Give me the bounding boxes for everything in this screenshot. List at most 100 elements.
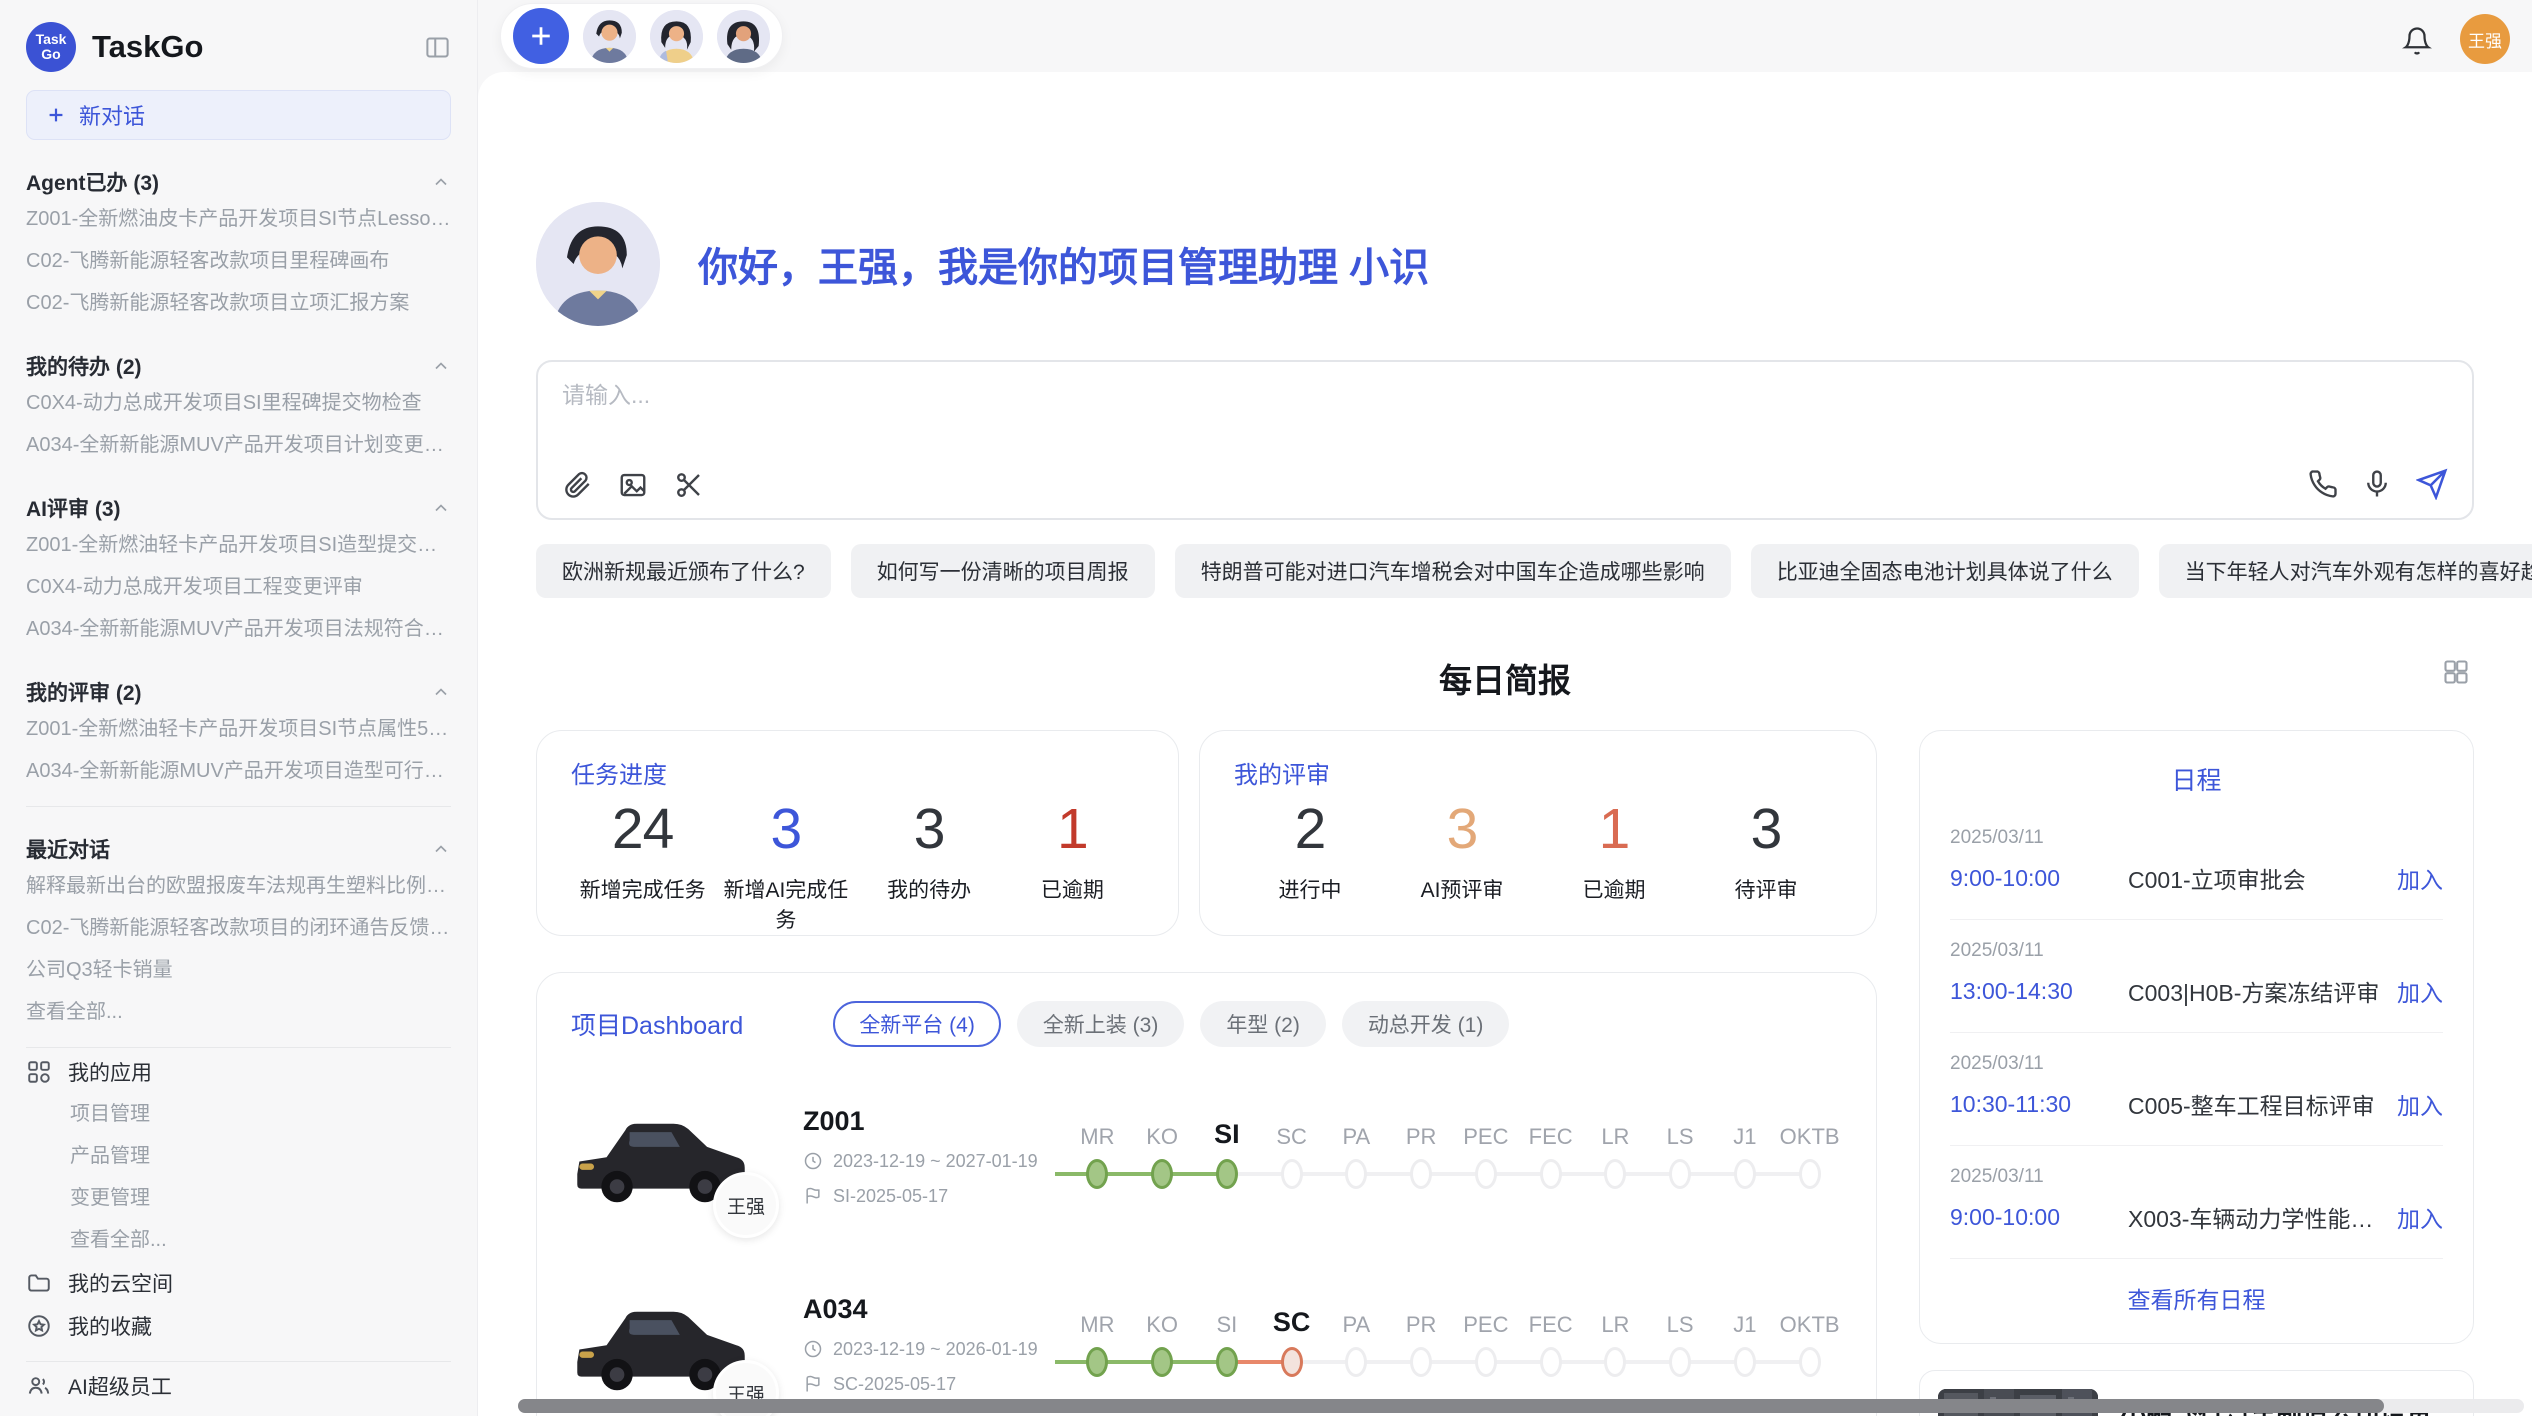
milestone[interactable]: PA	[1324, 1114, 1389, 1198]
milestone[interactable]: OKTB	[1777, 1302, 1842, 1386]
milestone[interactable]: FEC	[1518, 1114, 1583, 1198]
schedule-join-link[interactable]: 加入	[2397, 1087, 2443, 1121]
milestone[interactable]: MR	[1065, 1114, 1130, 1198]
schedule-time: 9:00-10:00	[1950, 1204, 2128, 1231]
clock-icon	[803, 1151, 823, 1171]
sidebar-item-favorites[interactable]: 我的收藏	[26, 1304, 451, 1347]
dashboard-tab[interactable]: 全新平台 (4)	[833, 1001, 1001, 1047]
recent-chat-item[interactable]: 公司Q3轻卡销量	[26, 949, 451, 991]
sidebar-item-cloud-space[interactable]: 我的云空间	[26, 1261, 451, 1304]
sidebar-task-item[interactable]: A034-全新新能源MUV产品开发项目法规符合性评审	[26, 608, 451, 650]
milestone[interactable]: PA	[1324, 1302, 1389, 1386]
milestone[interactable]: LS	[1648, 1302, 1713, 1386]
horizontal-scrollbar-track[interactable]	[518, 1399, 2524, 1413]
image-icon[interactable]	[618, 470, 648, 500]
milestone[interactable]: KO	[1130, 1302, 1195, 1386]
suggestion-chip[interactable]: 比亚迪全固态电池计划具体说了什么	[1751, 544, 2139, 598]
milestone[interactable]: PEC	[1454, 1114, 1519, 1198]
milestone[interactable]: PEC	[1454, 1302, 1519, 1386]
sidebar-task-item[interactable]: A034-全新新能源MUV产品开发项目造型可行性评审	[26, 750, 451, 792]
view-all-schedule-link[interactable]: 查看所有日程	[1950, 1259, 2443, 1323]
recent-chat-item[interactable]: 查看全部...	[26, 991, 451, 1033]
sidebar-item-my-apps[interactable]: 我的应用	[26, 1050, 451, 1093]
schedule-join-link[interactable]: 加入	[2397, 861, 2443, 895]
milestone[interactable]: J1	[1713, 1114, 1778, 1198]
milestone-label: SC	[1276, 1114, 1307, 1150]
dashboard-tab[interactable]: 年型 (2)	[1200, 1001, 1326, 1047]
suggestion-chip[interactable]: 当下年轻人对汽车外观有怎样的喜好趋势	[2159, 544, 2532, 598]
project-flag-date: SI-2025-05-17	[833, 1186, 948, 1207]
sidebar-task-item[interactable]: C0X4-动力总成开发项目工程变更评审	[26, 566, 451, 608]
milestone-label: KO	[1146, 1114, 1178, 1150]
recent-chat-item[interactable]: 解释最新出台的欧盟报废车法规再生塑料比例被调至15%...	[26, 865, 451, 907]
layout-grid-icon[interactable]	[2442, 658, 2470, 686]
app-sub-item[interactable]: 产品管理	[26, 1135, 451, 1177]
milestone[interactable]: SI	[1195, 1302, 1260, 1386]
sidebar-task-item[interactable]: Z001-全新燃油轻卡产品开发项目SI造型提交物评审	[26, 524, 451, 566]
dashboard-tab[interactable]: 动总开发 (1)	[1342, 1001, 1510, 1047]
milestone[interactable]: SC	[1259, 1302, 1324, 1386]
briefing-header: 每日简报	[536, 654, 2474, 702]
new-chat-button[interactable]: 新对话	[26, 90, 451, 140]
section-header-agent-done[interactable]: Agent已办 (3)	[26, 166, 451, 198]
milestone[interactable]: SI	[1195, 1114, 1260, 1198]
section-header-ai-review[interactable]: AI评审 (3)	[26, 492, 451, 524]
suggestion-chip[interactable]: 欧洲新规最近颁布了什么?	[536, 544, 831, 598]
milestone[interactable]: SC	[1259, 1114, 1324, 1198]
suggestion-chip[interactable]: 如何写一份清晰的项目周报	[851, 544, 1155, 598]
sidebar-item-ai-staff[interactable]: AI超级员工	[26, 1364, 451, 1407]
milestone[interactable]: LS	[1648, 1114, 1713, 1198]
milestone[interactable]: LR	[1583, 1114, 1648, 1198]
milestone-dot	[1604, 1159, 1626, 1189]
chat-input[interactable]	[562, 382, 2448, 409]
milestone[interactable]: PR	[1389, 1302, 1454, 1386]
section-header-my-todo[interactable]: 我的待办 (2)	[26, 350, 451, 382]
sidebar-item-help-write[interactable]: 帮我写作	[26, 1407, 451, 1416]
team-member-avatar[interactable]	[583, 10, 636, 63]
milestone[interactable]: J1	[1713, 1302, 1778, 1386]
team-member-avatar[interactable]	[650, 10, 703, 63]
milestone[interactable]: OKTB	[1777, 1114, 1842, 1198]
send-icon[interactable]	[2416, 468, 2448, 500]
add-member-button[interactable]	[513, 8, 569, 64]
user-avatar[interactable]: 王强	[2460, 14, 2510, 64]
schedule-join-link[interactable]: 加入	[2397, 1200, 2443, 1234]
horizontal-scrollbar-thumb[interactable]	[518, 1399, 2384, 1413]
notification-bell-icon[interactable]	[2402, 26, 2432, 56]
team-member-avatar[interactable]	[717, 10, 770, 63]
sidebar-task-item[interactable]: C02-飞腾新能源轻客改款项目立项汇报方案	[26, 282, 451, 324]
suggestion-chip[interactable]: 特朗普可能对进口汽车增税会对中国车企造成哪些影响	[1175, 544, 1731, 598]
sidebar-task-item[interactable]: Z001-全新燃油皮卡产品开发项目SI节点Lesson Learn报告	[26, 198, 451, 240]
sidebar-task-item[interactable]: A034-全新新能源MUV产品开发项目计划变更表编写	[26, 424, 451, 466]
assistant-avatar	[536, 202, 660, 326]
section-title: 我的评审 (2)	[26, 677, 142, 707]
milestone-label: SI	[1216, 1302, 1237, 1338]
task-progress-card: 任务进度 24 新增完成任务 3 新增AI完成任务 3 我的待办	[536, 730, 1179, 936]
milestone[interactable]: KO	[1130, 1114, 1195, 1198]
sidebar-collapse-icon[interactable]	[424, 34, 451, 61]
milestone[interactable]: FEC	[1518, 1302, 1583, 1386]
section-header-my-review[interactable]: 我的评审 (2)	[26, 676, 451, 708]
sidebar-task-item[interactable]: C0X4-动力总成开发项目SI里程碑提交物检查	[26, 382, 451, 424]
phone-icon[interactable]	[2308, 469, 2338, 499]
milestone[interactable]: LR	[1583, 1302, 1648, 1386]
microphone-icon[interactable]	[2362, 469, 2392, 499]
section-header-recent-chats[interactable]: 最近对话	[26, 833, 451, 865]
grid-icon	[26, 1059, 52, 1085]
dashboard-tab[interactable]: 全新上装 (3)	[1017, 1001, 1185, 1047]
project-row[interactable]: 王强 Z001 2023-12-19 ~ 2027-01-19 SI-2025-…	[571, 1077, 1842, 1235]
recent-chat-item[interactable]: C02-飞腾新能源轻客改款项目的闭环通告反馈情况	[26, 907, 451, 949]
app-sub-item[interactable]: 项目管理	[26, 1093, 451, 1135]
schedule-join-link[interactable]: 加入	[2397, 974, 2443, 1008]
scissors-icon[interactable]	[674, 470, 704, 500]
sidebar-task-item[interactable]: Z001-全新燃油轻卡产品开发项目SI节点属性5D文件评审	[26, 708, 451, 750]
app-sub-item[interactable]: 查看全部...	[26, 1219, 451, 1261]
stat-label: AI预评审	[1386, 874, 1538, 904]
milestone[interactable]: MR	[1065, 1302, 1130, 1386]
section-title: 最近对话	[26, 834, 110, 864]
project-row[interactable]: 王强 A034 2023-12-19 ~ 2026-01-19 SC-2025-…	[571, 1265, 1842, 1416]
app-sub-item[interactable]: 变更管理	[26, 1177, 451, 1219]
milestone[interactable]: PR	[1389, 1114, 1454, 1198]
paperclip-icon[interactable]	[562, 470, 592, 500]
sidebar-task-item[interactable]: C02-飞腾新能源轻客改款项目里程碑画布	[26, 240, 451, 282]
